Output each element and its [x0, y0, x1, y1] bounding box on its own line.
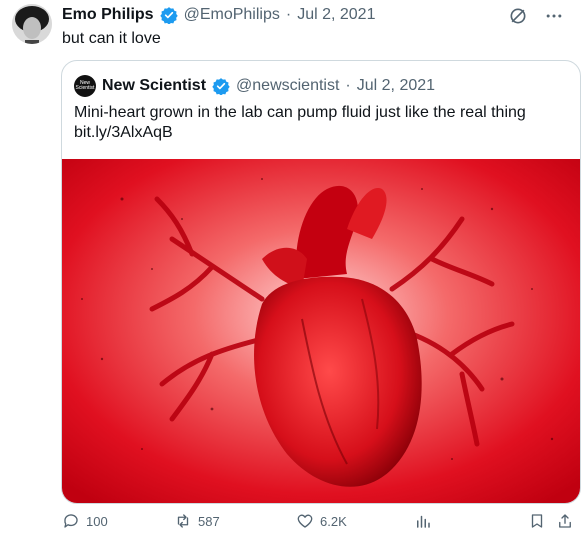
grok-icon[interactable]	[508, 6, 528, 26]
share-icon	[559, 514, 571, 528]
quoted-date[interactable]: Jul 2, 2021	[357, 77, 435, 95]
share-button[interactable]	[556, 512, 574, 530]
avatar-image	[12, 4, 52, 44]
bookmark-button[interactable]	[528, 512, 546, 530]
verified-badge-icon	[159, 6, 178, 25]
repost-button[interactable]: 587	[174, 512, 220, 530]
reply-button[interactable]: 100	[62, 512, 108, 530]
tweet-text: but can it love	[62, 30, 161, 47]
reply-count: 100	[86, 513, 108, 529]
quoted-header: New Scientist New Scientist @newscientis…	[74, 75, 435, 97]
verified-badge-icon	[212, 77, 230, 96]
quoted-tweet[interactable]: New Scientist New Scientist @newscientis…	[61, 60, 581, 504]
top-actions	[508, 6, 564, 26]
repost-count: 587	[198, 513, 220, 529]
tweet-header: Emo Philips @EmoPhilips · Jul 2, 2021	[62, 6, 375, 25]
separator: ·	[345, 77, 351, 94]
like-icon	[297, 514, 313, 528]
quoted-display-name[interactable]: New Scientist	[102, 77, 206, 95]
more-icon[interactable]	[544, 6, 564, 26]
tweet-actions: 100 587 6.2K	[62, 512, 578, 534]
reply-icon	[64, 514, 78, 528]
tweet-date[interactable]: Jul 2, 2021	[297, 6, 375, 24]
heart-image[interactable]	[62, 159, 580, 503]
repost-icon	[177, 514, 189, 528]
quoted-text: Mini-heart grown in the lab can pump flu…	[74, 103, 564, 143]
views-button[interactable]	[414, 512, 432, 530]
views-icon	[417, 515, 430, 528]
separator: ·	[285, 6, 292, 23]
bookmark-icon	[531, 514, 543, 528]
like-button[interactable]: 6.2K	[296, 512, 347, 530]
author-display-name[interactable]: Emo Philips	[62, 6, 154, 24]
author-avatar[interactable]	[12, 4, 52, 44]
quoted-handle[interactable]: @newscientist	[236, 77, 339, 95]
author-handle[interactable]: @EmoPhilips	[184, 6, 280, 24]
quoted-link[interactable]: bit.ly/3AlxAqB	[74, 123, 564, 143]
like-count: 6.2K	[320, 513, 347, 529]
quoted-avatar[interactable]: New Scientist	[74, 75, 96, 97]
quoted-text-line: Mini-heart grown in the lab can pump flu…	[74, 104, 526, 121]
